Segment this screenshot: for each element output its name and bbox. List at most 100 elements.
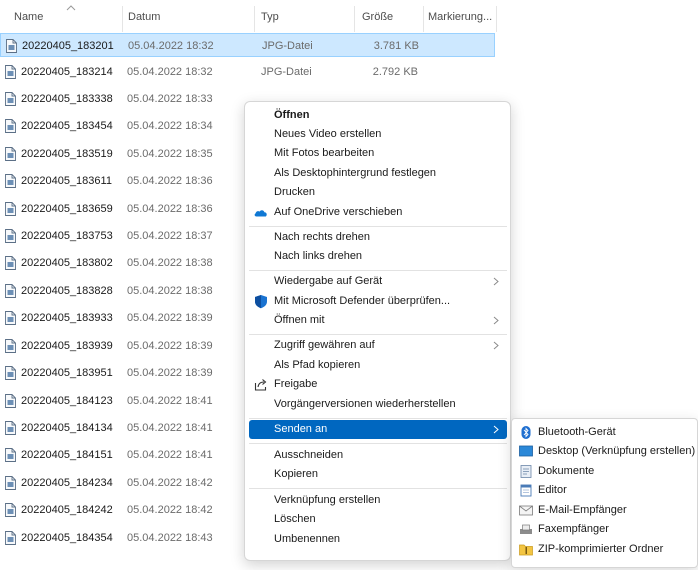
column-header-tags-label: Markierung... — [428, 11, 493, 23]
zip-folder-icon — [519, 544, 533, 556]
menu-item-label: Nach rechts drehen — [274, 231, 370, 243]
file-row[interactable]: 20220405_183201 05.04.2022 18:32 JPG-Datei… — [0, 33, 495, 57]
file-date: 05.04.2022 18:41 — [127, 395, 213, 407]
send-to-submenu: Bluetooth-Gerät Desktop (Verknüpfung ers… — [511, 418, 698, 568]
send-to-zip-folder[interactable]: ZIP-komprimierter Ordner — [514, 540, 696, 559]
send-to-label: Desktop (Verknüpfung erstellen) — [538, 445, 696, 457]
send-to-fax-recipient[interactable]: Faxempfänger — [514, 520, 696, 539]
chevron-right-icon — [493, 425, 499, 434]
send-to-label: E-Mail-Empfänger — [538, 504, 627, 516]
menu-item-label: Löschen — [274, 513, 316, 525]
menu-item-label: Mit Microsoft Defender überprüfen... — [274, 295, 451, 307]
file-name: 20220405_183338 — [21, 93, 113, 105]
image-file-icon — [5, 229, 16, 243]
fax-icon — [520, 524, 532, 534]
menu-item-print[interactable]: Drucken — [249, 183, 507, 202]
image-file-icon — [5, 476, 16, 490]
image-file-icon — [5, 421, 16, 435]
column-header-name-label: Name — [14, 11, 44, 23]
documents-icon — [520, 465, 532, 478]
file-name: 20220405_183951 — [21, 367, 113, 379]
file-date: 05.04.2022 18:34 — [127, 120, 213, 132]
column-header-type[interactable]: Typ — [253, 0, 353, 34]
file-date: 05.04.2022 18:36 — [127, 203, 213, 215]
menu-item-restore-previous-versions[interactable]: Vorgängerversionen wiederherstellen — [249, 395, 507, 414]
menu-item-share[interactable]: Freigabe — [249, 375, 507, 394]
file-name: 20220405_184234 — [21, 477, 113, 489]
file-name: 20220405_183519 — [21, 148, 113, 160]
menu-item-label: Drucken — [274, 186, 315, 198]
menu-item-move-onedrive[interactable]: Auf OneDrive verschieben — [249, 203, 507, 222]
file-name: 20220405_183828 — [21, 285, 113, 297]
file-name: 20220405_184354 — [21, 532, 113, 544]
menu-item-label: Als Desktophintergrund festlegen — [274, 167, 437, 179]
menu-item-label: Mit Fotos bearbeiten — [274, 147, 375, 159]
image-file-icon — [5, 174, 16, 188]
column-header-name[interactable]: Name — [6, 0, 122, 34]
share-icon — [254, 379, 267, 391]
menu-item-delete[interactable]: Löschen — [249, 510, 507, 529]
menu-item-open[interactable]: Öffnen — [249, 106, 507, 125]
send-to-label: Bluetooth-Gerät — [538, 426, 616, 438]
file-date: 05.04.2022 18:41 — [127, 449, 213, 461]
image-file-icon — [5, 202, 16, 216]
column-header-size[interactable]: Größe — [354, 0, 420, 34]
file-size: 3.781 KB — [373, 40, 419, 52]
menu-separator — [249, 443, 507, 444]
file-date: 05.04.2022 18:42 — [127, 477, 213, 489]
file-date: 05.04.2022 18:39 — [127, 367, 213, 379]
send-to-desktop[interactable]: Desktop (Verknüpfung erstellen) — [514, 442, 696, 461]
file-date: 05.04.2022 18:38 — [127, 285, 213, 297]
file-name: 20220405_184151 — [21, 449, 113, 461]
menu-item-play-to-device[interactable]: Wiedergabe auf Gerät — [249, 272, 507, 291]
menu-item-rotate-left[interactable]: Nach links drehen — [249, 247, 507, 266]
file-row[interactable]: 20220405_183214 05.04.2022 18:32 JPG-Datei… — [0, 60, 495, 84]
menu-item-give-access[interactable]: Zugriff gewähren auf — [249, 336, 507, 355]
file-date: 05.04.2022 18:42 — [127, 504, 213, 516]
image-file-icon — [5, 256, 16, 270]
send-to-label: Dokumente — [538, 465, 595, 477]
file-name: 20220405_184123 — [21, 395, 113, 407]
menu-item-copy[interactable]: Kopieren — [249, 465, 507, 484]
mail-icon — [519, 505, 533, 516]
file-name: 20220405_183611 — [21, 175, 112, 187]
menu-item-open-with[interactable]: Öffnen mit — [249, 311, 507, 330]
sort-ascending-icon — [66, 5, 76, 11]
menu-item-label: Nach links drehen — [274, 250, 363, 262]
file-name: 20220405_183659 — [21, 203, 113, 215]
context-menu: Öffnen Neues Video erstellen Mit Fotos b… — [244, 101, 511, 561]
file-type: JPG-Datei — [262, 40, 313, 52]
menu-item-new-video[interactable]: Neues Video erstellen — [249, 125, 507, 144]
menu-item-label: Ausschneiden — [274, 449, 344, 461]
menu-item-label: Kopieren — [274, 468, 319, 480]
menu-item-rename[interactable]: Umbenennen — [249, 530, 507, 549]
send-to-label: Faxempfänger — [538, 523, 609, 535]
chevron-right-icon — [493, 316, 499, 325]
column-header-date[interactable]: Datum — [120, 0, 254, 34]
menu-item-edit-photos[interactable]: Mit Fotos bearbeiten — [249, 144, 507, 163]
image-file-icon — [6, 39, 17, 53]
file-type: JPG-Datei — [261, 66, 312, 78]
file-date: 05.04.2022 18:43 — [127, 532, 213, 544]
file-date: 05.04.2022 18:32 — [127, 66, 213, 78]
menu-item-set-desktop-background[interactable]: Als Desktophintergrund festlegen — [249, 164, 507, 183]
send-to-documents[interactable]: Dokumente — [514, 462, 696, 481]
column-divider[interactable] — [496, 6, 497, 32]
column-header-date-label: Datum — [128, 11, 161, 23]
column-header-tags[interactable]: Markierung... — [420, 0, 498, 34]
menu-item-create-shortcut[interactable]: Verknüpfung erstellen — [249, 491, 507, 510]
image-file-icon — [5, 448, 16, 462]
send-to-mail-recipient[interactable]: E-Mail-Empfänger — [514, 501, 696, 520]
image-file-icon — [5, 531, 16, 545]
file-name: 20220405_183753 — [21, 230, 113, 242]
menu-item-defender-scan[interactable]: Mit Microsoft Defender überprüfen... — [249, 292, 507, 311]
file-date: 05.04.2022 18:36 — [127, 175, 213, 187]
send-to-bluetooth[interactable]: Bluetooth-Gerät — [514, 423, 696, 442]
menu-item-copy-as-path[interactable]: Als Pfad kopieren — [249, 356, 507, 375]
menu-item-rotate-right[interactable]: Nach rechts drehen — [249, 228, 507, 247]
image-file-icon — [5, 284, 16, 298]
send-to-editor[interactable]: Editor — [514, 481, 696, 500]
menu-item-send-to[interactable]: Senden an — [249, 420, 507, 439]
menu-separator — [249, 488, 507, 489]
menu-item-cut[interactable]: Ausschneiden — [249, 446, 507, 465]
